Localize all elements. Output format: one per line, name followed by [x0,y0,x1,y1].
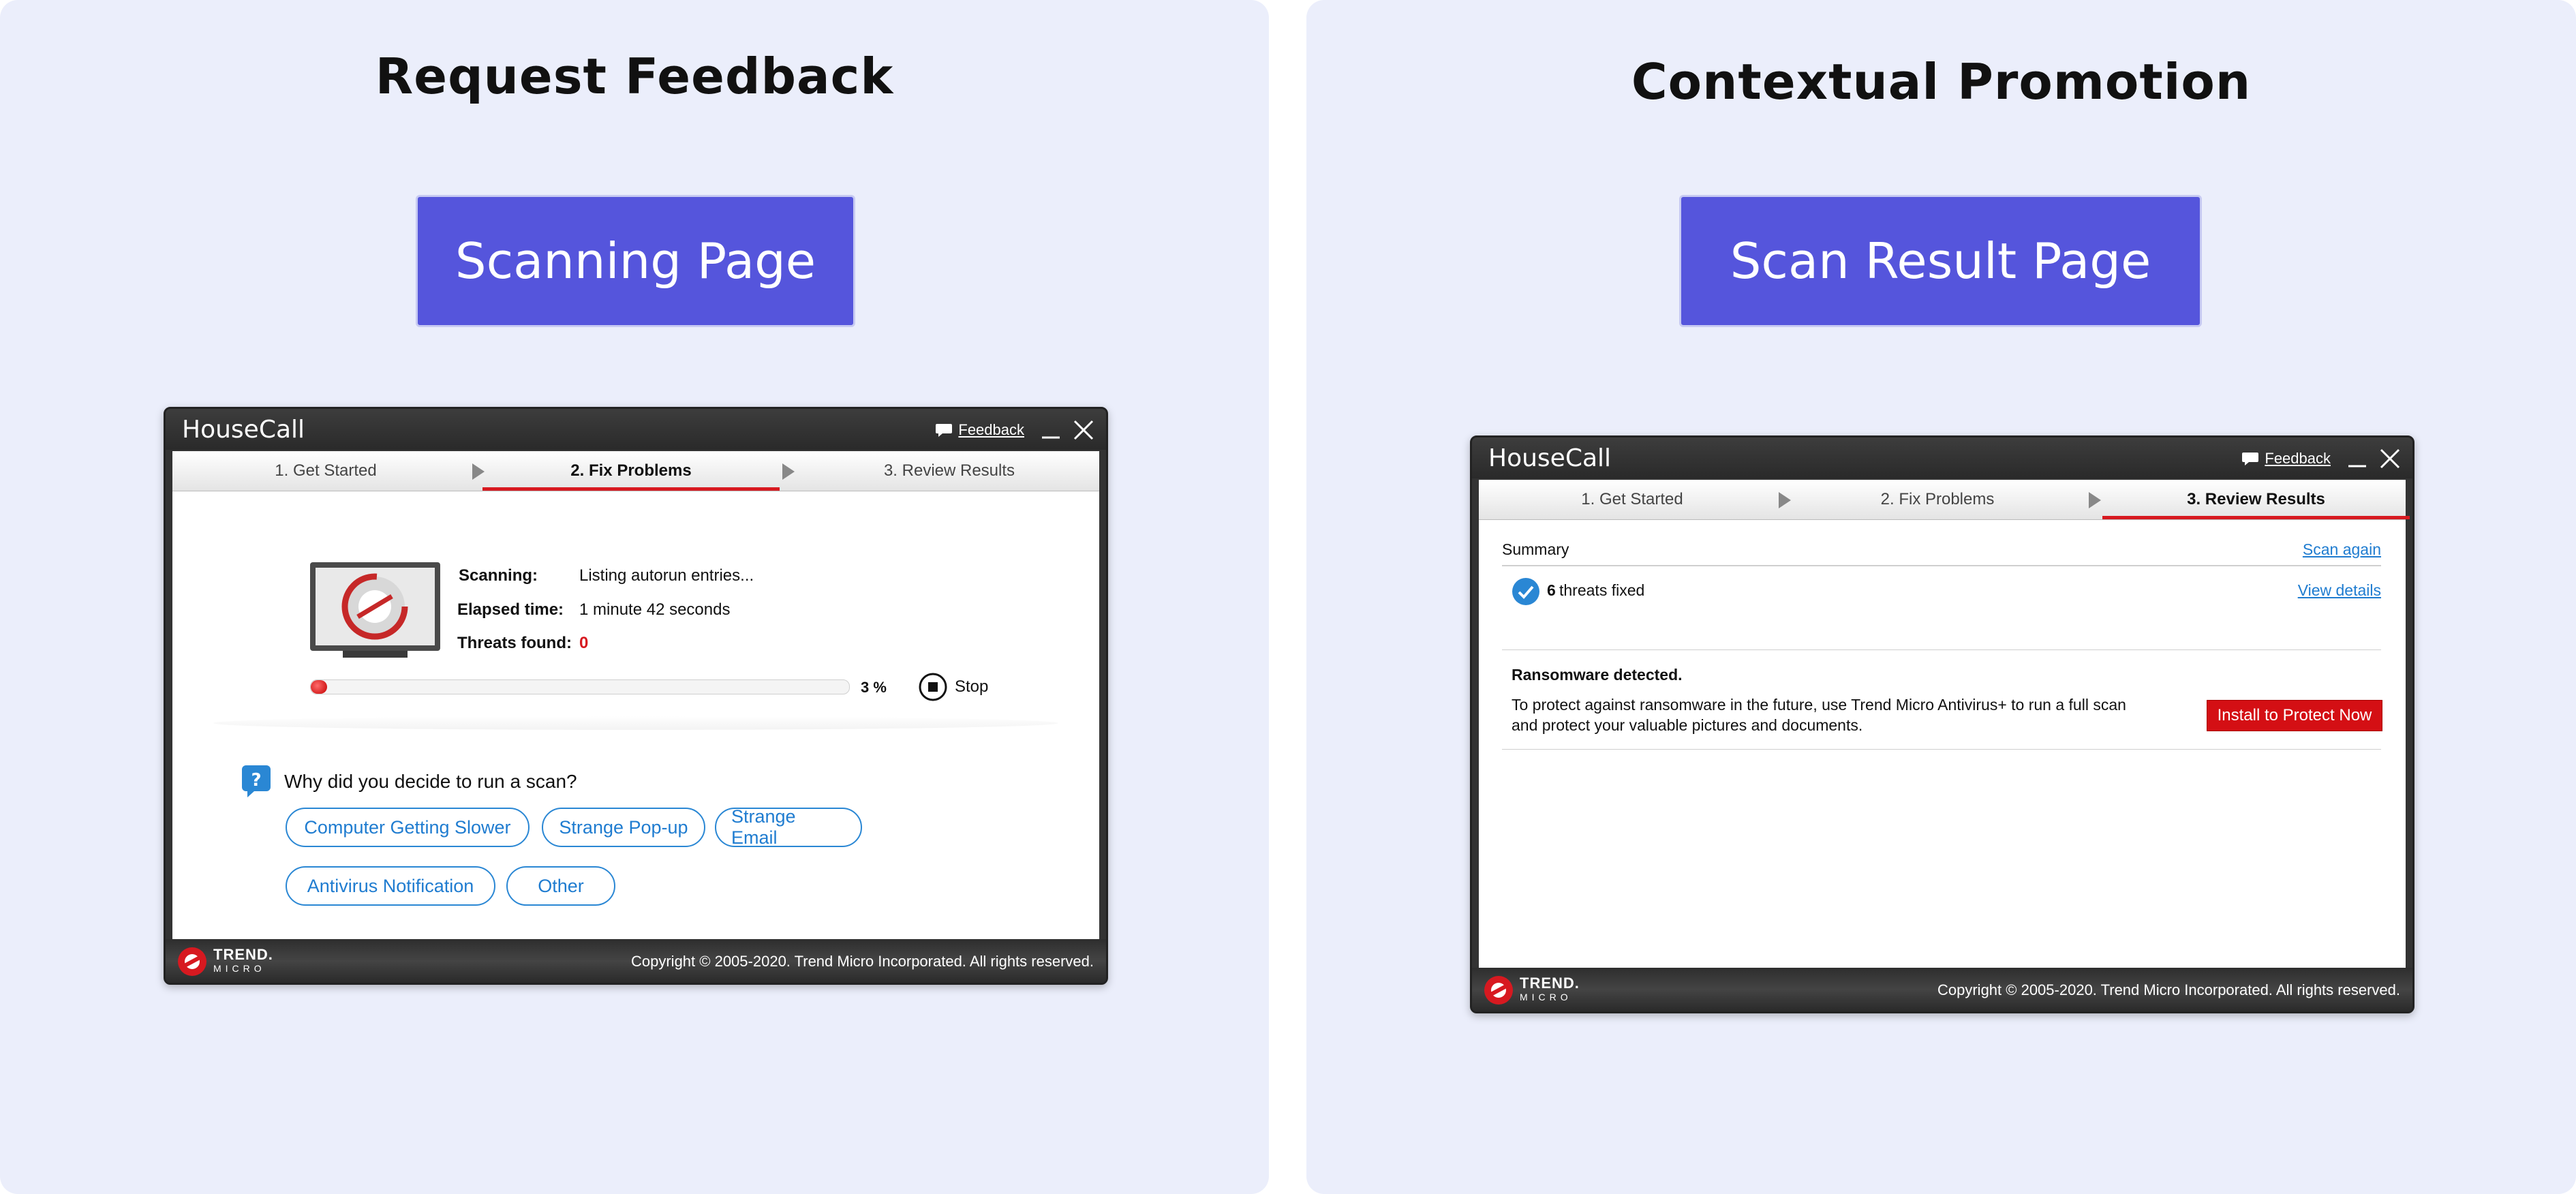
housecall-window: HouseCall Feedback 1. Get Started 2. Fix… [164,407,1108,985]
logo-micro: MICRO [213,963,266,974]
step-review-results: 3. Review Results [2102,480,2410,519]
svg-text:?: ? [251,770,261,791]
monitor-scan-icon [310,562,440,658]
promo-title: Ransomware detected. [1512,666,1683,684]
promo-body-line-2: and protect your valuable pictures and d… [1512,716,1863,734]
threats-label: Threats found: [457,634,572,652]
step-fix-problems: 2. Fix Problems [1880,490,1995,508]
steps-bar: 1. Get Started 2. Fix Problems 3. Review… [1479,480,2410,520]
trend-micro-logo: TREND. MICRO [1483,975,1580,1006]
option-other[interactable]: Other [506,866,615,906]
scan-again-link[interactable]: Scan again [2303,540,2381,559]
result-content: Summary Scan again 6 threats fixed View … [1479,520,2406,970]
threats-fixed-text: threats fixed [1559,581,1645,599]
scanning-label: Scanning: [459,566,538,585]
window-footer: TREND. MICRO Copyright © 2005-2020. Trend… [1472,968,2412,1011]
progress-text: 3 % [861,679,887,696]
steps-bar: 1. Get Started 2. Fix Problems 3. Review… [172,451,1099,491]
feedback-label: Feedback [2265,450,2331,467]
panel-heading: Contextual Promotion [1631,53,2252,110]
logo-micro: MICRO [1520,992,1572,1002]
logo-trend: TREND. [213,946,273,963]
housecall-window: HouseCall Feedback 1. Get Started 2. Fix… [1470,435,2414,1013]
minimize-icon[interactable] [2347,448,2367,469]
step-review-results: 3. Review Results [883,461,1015,480]
stop-label: Stop [955,677,989,696]
check-icon [1512,578,1539,605]
close-icon[interactable] [1072,418,1095,442]
question-badge-icon: ? [242,765,271,797]
window-footer: TREND. MICRO Copyright © 2005-2020. Trend… [166,939,1106,983]
app-title: HouseCall [1488,444,1612,472]
scanning-value: Listing autorun entries... [579,566,754,585]
step-get-started: 1. Get Started [275,461,377,480]
scan-progress-bar [310,679,850,694]
contextual-promotion-panel: Contextual Promotion Scan Result Page Ho… [1306,0,2576,1194]
feedback-link[interactable]: Feedback [2241,450,2331,468]
scan-result-page-button[interactable]: Scan Result Page [1679,195,2202,327]
summary-label: Summary [1502,540,1569,558]
step-arrow-icon [782,463,795,480]
copyright-text: Copyright © 2005-2020. Trend Micro Incor… [631,953,1094,970]
copyright-text: Copyright © 2005-2020. Trend Micro Incor… [1937,981,2400,998]
trend-micro-logo-icon [178,947,206,976]
option-computer-getting-slower[interactable]: Computer Getting Slower [286,808,530,847]
divider-shadow [213,716,1058,730]
speech-bubble-icon [936,424,953,437]
option-strange-email[interactable]: Strange Email [715,806,862,848]
stop-button[interactable]: Stop [918,672,988,702]
request-feedback-panel: Request Feedback Scanning Page HouseCall… [0,0,1269,1194]
install-to-protect-button[interactable]: Install to Protect Now [2207,700,2382,731]
speech-bubble-icon [2242,453,2259,465]
threats-count: 6 [1547,581,1556,599]
window-titlebar: HouseCall Feedback [166,409,1106,450]
elapsed-label: Elapsed time: [457,600,564,619]
promo-top-divider [1502,649,2381,650]
trend-micro-logo-icon [1484,976,1513,1005]
feedback-question: Why did you decide to run a scan? [284,771,577,792]
option-strange-popup[interactable]: Strange Pop-up [542,808,705,847]
step-fix-problems: 2. Fix Problems [482,451,780,491]
feedback-label: Feedback [958,421,1024,438]
logo-trend: TREND. [1520,975,1580,992]
scan-content: Scanning: Listing autorun entries... Ela… [172,491,1099,941]
trend-micro-logo: TREND. MICRO [177,946,273,977]
close-icon[interactable] [2378,447,2402,470]
progress-fill [311,680,327,694]
minimize-icon[interactable] [1041,420,1061,440]
option-antivirus-notification[interactable]: Antivirus Notification [286,866,495,906]
summary-divider [1502,565,2381,566]
scanning-page-button[interactable]: Scanning Page [416,195,855,327]
panel-heading: Request Feedback [375,48,894,105]
feedback-link[interactable]: Feedback [935,421,1024,439]
step-get-started: 1. Get Started [1581,490,1683,508]
elapsed-value: 1 minute 42 seconds [579,600,731,619]
promo-bottom-divider [1502,749,2381,750]
stop-icon [919,673,947,701]
threats-value: 0 [579,634,589,652]
app-title: HouseCall [182,416,305,444]
view-details-link[interactable]: View details [2298,581,2381,600]
promo-body-line-1: To protect against ransomware in the fut… [1512,696,2126,714]
step-arrow-icon [2089,492,2101,508]
window-titlebar: HouseCall Feedback [1472,438,2412,478]
